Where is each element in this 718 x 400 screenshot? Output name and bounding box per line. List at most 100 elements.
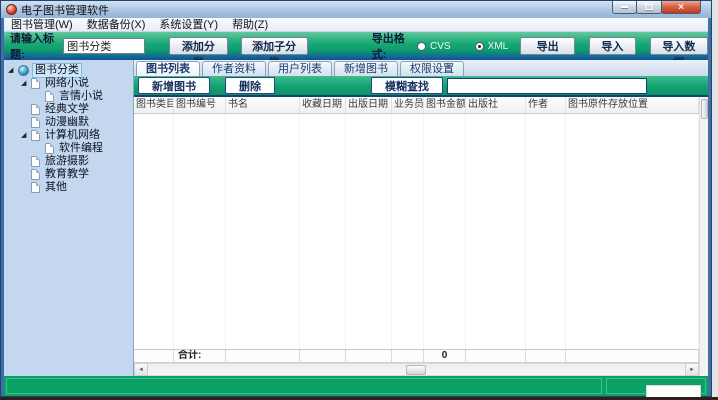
new-book-button[interactable]: 新增图书 xyxy=(138,77,210,94)
maximize-icon xyxy=(645,4,653,10)
expand-arrow-icon[interactable]: ◢ xyxy=(8,64,18,77)
tree-item[interactable]: 经典文学 xyxy=(4,103,133,116)
col-header-category[interactable]: 图书类目 xyxy=(134,97,174,113)
page-icon xyxy=(45,143,54,154)
summary-cell xyxy=(346,350,392,362)
table-body-empty[interactable] xyxy=(134,114,699,349)
col-header-book-name[interactable]: 书名 xyxy=(226,97,300,113)
summary-cell xyxy=(566,350,699,362)
app-icon xyxy=(6,4,17,15)
menu-item-help[interactable]: 帮助(Z) xyxy=(225,18,275,32)
page-icon xyxy=(31,130,40,141)
col-header-publish-date[interactable]: 出版日期 xyxy=(346,97,392,113)
page-icon xyxy=(31,104,40,115)
tree-item-label: 旅游摄影 xyxy=(43,155,91,168)
body-column xyxy=(300,114,346,349)
tree-item-label: 言情小说 xyxy=(57,90,105,103)
page-icon xyxy=(45,91,54,102)
page-icon xyxy=(31,117,40,128)
tree-item[interactable]: 教育教学 xyxy=(4,168,133,181)
close-icon: × xyxy=(678,2,684,13)
tree-item-label: 经典文学 xyxy=(43,103,91,116)
search-input[interactable] xyxy=(447,78,647,94)
col-header-storage-location[interactable]: 图书原件存放位置 xyxy=(566,97,699,113)
delete-button[interactable]: 删除 xyxy=(225,77,275,94)
tree-item-label: 网络小说 xyxy=(43,77,91,90)
page-icon xyxy=(31,169,40,180)
title-input[interactable] xyxy=(63,38,145,54)
minimize-button[interactable] xyxy=(612,1,637,14)
minimize-icon xyxy=(621,6,628,8)
tree-item-label: 软件编程 xyxy=(57,142,105,155)
main-area: ◢ 图书分类 ◢ 网络小说 言情小说 经典文学 xyxy=(4,60,708,376)
export-button[interactable]: 导出 xyxy=(520,37,575,55)
menu-item-system-settings[interactable]: 系统设置(Y) xyxy=(152,18,225,32)
add-subcategory-button[interactable]: 添加子分类 xyxy=(241,37,308,55)
toolbar: 请输入标题: 添加分类 添加子分类 导出格式: CVS XML 导出 导入 导入… xyxy=(4,32,708,60)
body-column xyxy=(226,114,300,349)
radio-cvs[interactable] xyxy=(417,42,426,51)
app-window: 电子图书管理软件 × 图书管理(W) 数据备份(X) 系统设置(Y) 帮助(Z)… xyxy=(0,0,712,397)
col-header-price[interactable]: 图书金额 xyxy=(424,97,466,113)
category-globe-icon xyxy=(18,65,29,76)
scrollbar-track[interactable] xyxy=(148,363,685,376)
tree-item-label: 图书分类 xyxy=(32,63,82,78)
title-bar[interactable]: 电子图书管理软件 × xyxy=(1,1,711,18)
tree-item-label: 动漫幽默 xyxy=(43,116,91,129)
table-header-row: 图书类目 图书编号 书名 收藏日期 出版日期 业务员 图书金额 出版社 作者 图… xyxy=(134,97,699,114)
summary-row: 合计: 0 xyxy=(134,349,699,362)
content-panel: 图书列表 作者资料 用户列表 新增图书 权限设置 新增图书 删除 模糊查找 图书… xyxy=(134,60,708,376)
summary-total: 0 xyxy=(424,350,466,362)
window-title: 电子图书管理软件 xyxy=(21,2,109,18)
status-panel-left xyxy=(6,378,602,394)
vertical-scrollbar[interactable] xyxy=(699,97,708,376)
col-header-book-id[interactable]: 图书编号 xyxy=(174,97,226,113)
desktop: 电子图书管理软件 × 图书管理(W) 数据备份(X) 系统设置(Y) 帮助(Z)… xyxy=(0,0,718,400)
page-icon xyxy=(31,78,40,89)
scrollbar-thumb[interactable] xyxy=(406,365,426,375)
col-header-author[interactable]: 作者 xyxy=(526,97,566,113)
book-grid: 图书类目 图书编号 书名 收藏日期 出版日期 业务员 图书金额 出版社 作者 图… xyxy=(134,97,708,376)
col-header-salesperson[interactable]: 业务员 xyxy=(392,97,424,113)
tab-user-list[interactable]: 用户列表 xyxy=(268,61,332,76)
page-icon xyxy=(31,156,40,167)
vertical-scrollbar-thumb[interactable] xyxy=(701,99,708,119)
add-category-button[interactable]: 添加分类 xyxy=(169,37,227,55)
tree-item[interactable]: 其他 xyxy=(4,181,133,194)
tab-permission-settings[interactable]: 权限设置 xyxy=(400,61,464,76)
radio-xml[interactable] xyxy=(475,42,484,51)
import-data-button[interactable]: 导入数据 xyxy=(650,37,708,55)
expand-arrow-icon[interactable]: ◢ xyxy=(21,129,31,142)
import-button[interactable]: 导入 xyxy=(589,37,636,55)
summary-cell xyxy=(226,350,300,362)
radio-xml-group: XML xyxy=(475,41,509,52)
menu-item-data-backup[interactable]: 数据备份(X) xyxy=(80,18,153,32)
body-column xyxy=(466,114,526,349)
tab-book-list[interactable]: 图书列表 xyxy=(136,61,200,76)
tree-item-root[interactable]: ◢ 图书分类 xyxy=(4,64,133,77)
tab-new-book[interactable]: 新增图书 xyxy=(334,61,398,76)
summary-cell xyxy=(526,350,566,362)
tree-item[interactable]: 旅游摄影 xyxy=(4,155,133,168)
radio-cvs-label: CVS xyxy=(430,41,451,52)
body-column xyxy=(392,114,424,349)
fuzzy-search-button[interactable]: 模糊查找 xyxy=(371,77,443,94)
tree-item[interactable]: ◢ 网络小说 xyxy=(4,77,133,90)
radio-cvs-group: CVS xyxy=(417,41,451,52)
tree-item[interactable]: 软件编程 xyxy=(4,142,133,155)
tree-item[interactable]: ◢ 计算机网络 xyxy=(4,129,133,142)
maximize-button[interactable] xyxy=(636,1,662,14)
col-header-publisher[interactable]: 出版社 xyxy=(466,97,526,113)
export-format-label: 导出格式: xyxy=(372,30,411,62)
scroll-right-icon[interactable]: ► xyxy=(685,363,699,376)
tree-item[interactable]: 言情小说 xyxy=(4,90,133,103)
radio-xml-label: XML xyxy=(488,41,509,52)
tab-bar: 图书列表 作者资料 用户列表 新增图书 权限设置 xyxy=(134,60,708,76)
horizontal-scrollbar[interactable]: ◄ ► xyxy=(134,362,699,376)
scroll-left-icon[interactable]: ◄ xyxy=(134,363,148,376)
close-button[interactable]: × xyxy=(661,1,701,14)
col-header-collect-date[interactable]: 收藏日期 xyxy=(300,97,346,113)
tab-author-info[interactable]: 作者资料 xyxy=(202,61,266,76)
tree-item[interactable]: 动漫幽默 xyxy=(4,116,133,129)
expand-arrow-icon[interactable]: ◢ xyxy=(21,77,31,90)
